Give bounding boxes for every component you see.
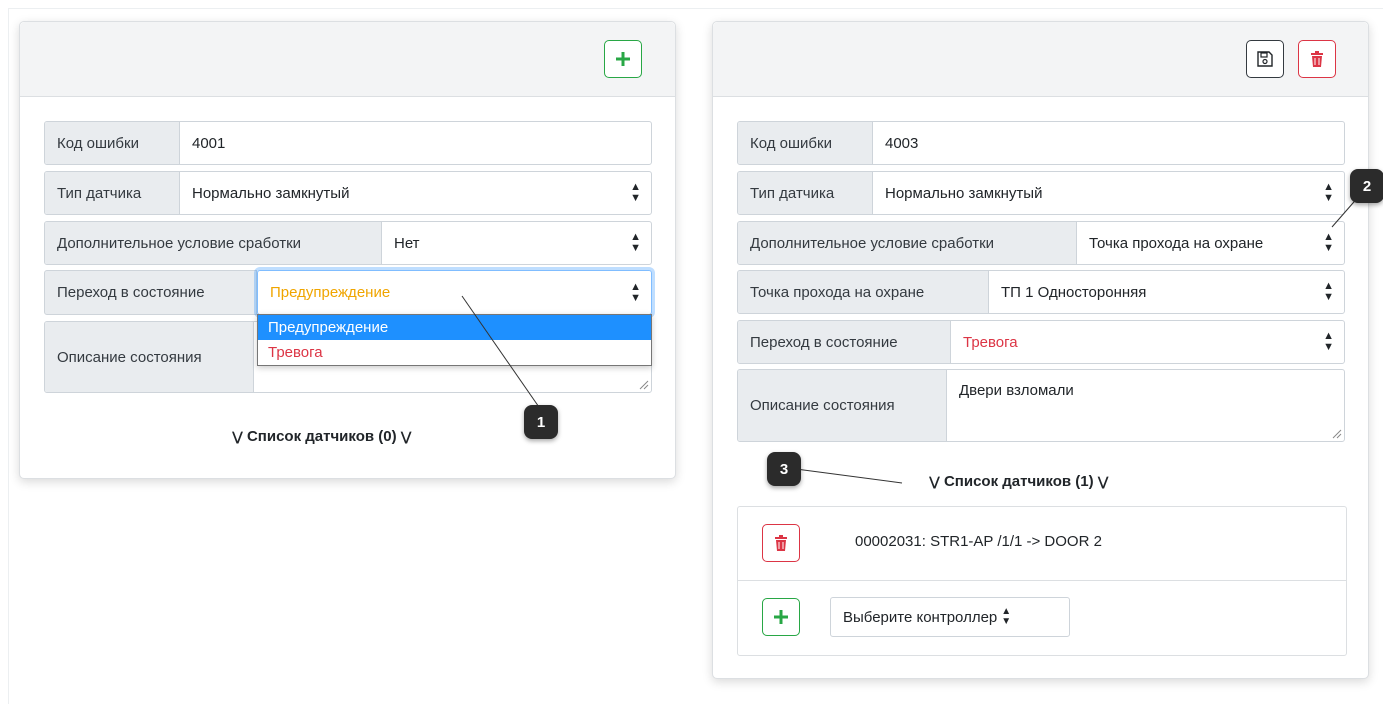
select-value: Тревога xyxy=(963,333,1018,351)
trash-icon xyxy=(775,535,787,551)
select-arrows-icon: ▲ ▼ xyxy=(1323,181,1334,204)
resize-handle-icon[interactable] xyxy=(639,380,649,390)
resize-handle-icon[interactable] xyxy=(1332,429,1342,439)
save-button[interactable] xyxy=(1246,40,1284,78)
field-label: Дополнительное условие сработки xyxy=(738,222,1077,264)
error-card-left: Код ошибки 4001 Тип датчика Нормально за… xyxy=(19,21,676,479)
extra-condition-row: Дополнительное условие сработки Точка пр… xyxy=(737,221,1345,265)
callout-badge: 3 xyxy=(767,452,801,486)
error-code-input[interactable]: 4003 xyxy=(873,122,1344,164)
select-arrows-icon: ▲ ▼ xyxy=(630,231,641,254)
extra-condition-select[interactable]: Нет ▲ ▼ xyxy=(382,222,651,264)
select-arrows-icon: ▲ ▼ xyxy=(1323,330,1334,353)
page-frame-top xyxy=(8,8,1383,9)
select-value: Нормально замкнутый xyxy=(885,184,1043,202)
select-value: Предупреждение xyxy=(270,284,391,301)
error-code-input[interactable]: 4001 xyxy=(180,122,651,164)
extra-condition-select[interactable]: Точка прохода на охране ▲ ▼ xyxy=(1077,222,1344,264)
sensor-type-row: Тип датчика Нормально замкнутый ▲ ▼ xyxy=(737,171,1345,215)
page-frame-left xyxy=(8,8,9,704)
select-arrows-icon: ▲ ▼ xyxy=(1323,231,1334,254)
field-label: Точка прохода на охране xyxy=(738,271,989,313)
sensor-list-toggle[interactable]: ⋁ Список датчиков (1) ⋁ xyxy=(929,473,1109,490)
add-sensor-row: Выберите контроллер ▲ ▼ xyxy=(738,581,1346,655)
error-card-right: Код ошибки 4003 Тип датчика Нормально за… xyxy=(712,21,1369,679)
trash-icon xyxy=(1311,51,1323,67)
field-label: Дополнительное условие сработки xyxy=(45,222,382,264)
sensor-type-select[interactable]: Нормально замкнутый ▲ ▼ xyxy=(180,172,651,214)
sensor-type-row: Тип датчика Нормально замкнутый ▲ ▼ xyxy=(44,171,652,215)
guarded-point-select[interactable]: ТП 1 Односторонняя ▲ ▼ xyxy=(989,271,1344,313)
sensor-list-toggle[interactable]: ⋁ Список датчиков (0) ⋁ xyxy=(232,428,412,445)
plus-icon xyxy=(616,52,630,66)
field-label: Переход в состояние xyxy=(44,270,257,315)
field-label: Код ошибки xyxy=(738,122,873,164)
field-label: Переход в состояние xyxy=(738,321,951,363)
state-transition-select[interactable]: Тревога ▲ ▼ xyxy=(951,321,1344,363)
chevron-double-down-icon: ⋁ xyxy=(1097,473,1109,489)
state-transition-select[interactable]: Предупреждение ▲ ▼ xyxy=(257,270,652,315)
state-transition-row: Переход в состояние Предупреждение ▲ ▼ xyxy=(44,270,652,315)
error-code-row: Код ошибки 4003 xyxy=(737,121,1345,165)
field-label: Код ошибки xyxy=(45,122,180,164)
chevron-double-down-icon: ⋁ xyxy=(232,428,243,444)
field-label: Тип датчика xyxy=(738,172,873,214)
callout-badge: 1 xyxy=(524,405,558,439)
state-transition-row: Переход в состояние Тревога ▲ ▼ xyxy=(737,320,1345,364)
card-header xyxy=(713,22,1368,97)
state-description-row: Описание состояния Двери взломали xyxy=(737,369,1345,442)
select-arrows-icon: ▲ ▼ xyxy=(1001,606,1012,627)
dropdown-option-alarm[interactable]: Тревога xyxy=(258,340,651,365)
controller-select[interactable]: Выберите контроллер ▲ ▼ xyxy=(830,597,1070,637)
card-header xyxy=(20,22,675,97)
save-icon xyxy=(1257,51,1273,67)
select-value: Нормально замкнутый xyxy=(192,184,350,202)
sensor-list-title: Список датчиков (0) xyxy=(246,428,397,445)
delete-sensor-button[interactable] xyxy=(762,524,800,562)
select-value: Нет xyxy=(394,234,420,252)
select-arrows-icon: ▲ ▼ xyxy=(1323,280,1334,303)
callout-badge: 2 xyxy=(1350,169,1383,203)
select-value: Выберите контроллер xyxy=(843,608,998,626)
dropdown-option-warning[interactable]: Предупреждение xyxy=(258,315,651,340)
field-label: Тип датчика xyxy=(45,172,180,214)
state-description-textarea[interactable]: Двери взломали xyxy=(947,370,1344,441)
delete-button[interactable] xyxy=(1298,40,1336,78)
select-arrows-icon: ▲ ▼ xyxy=(630,280,641,304)
select-value: Точка прохода на охране xyxy=(1089,234,1264,252)
guarded-point-row: Точка прохода на охране ТП 1 Односторонн… xyxy=(737,270,1345,314)
extra-condition-row: Дополнительное условие сработки Нет ▲ ▼ xyxy=(44,221,652,265)
error-code-row: Код ошибки 4001 xyxy=(44,121,652,165)
field-label: Описание состояния xyxy=(45,322,254,392)
sensor-type-select[interactable]: Нормально замкнутый ▲ ▼ xyxy=(873,172,1344,214)
chevron-double-down-icon: ⋁ xyxy=(400,428,412,444)
field-label: Описание состояния xyxy=(738,370,947,441)
plus-icon xyxy=(774,610,788,624)
sensor-name: 00002031: STR1-AP /1/1 -> DOOR 2 xyxy=(855,533,1102,550)
select-arrows-icon: ▲ ▼ xyxy=(630,181,641,204)
list-item: 00002031: STR1-AP /1/1 -> DOOR 2 xyxy=(738,507,1346,581)
select-value: ТП 1 Односторонняя xyxy=(1001,283,1147,301)
add-button[interactable] xyxy=(604,40,642,78)
state-dropdown-list: Предупреждение Тревога xyxy=(257,314,652,366)
sensor-list-title: Список датчиков (1) xyxy=(943,473,1094,490)
add-sensor-button[interactable] xyxy=(762,598,800,636)
chevron-double-down-icon: ⋁ xyxy=(929,473,940,489)
sensor-list: 00002031: STR1-AP /1/1 -> DOOR 2 Выберит… xyxy=(737,506,1347,656)
